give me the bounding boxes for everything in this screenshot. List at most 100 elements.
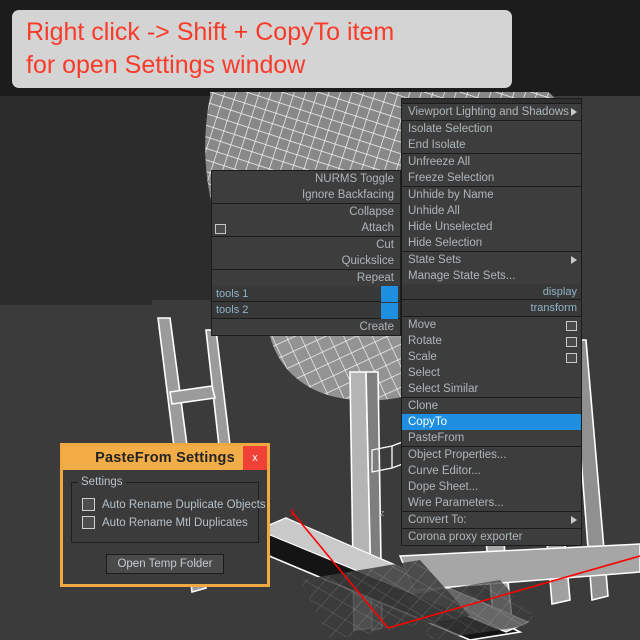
menu-item-label: Select Similar bbox=[408, 383, 479, 395]
menu-item-move[interactable]: Move bbox=[402, 317, 581, 333]
dialog-title: PasteFrom Settings bbox=[95, 450, 235, 466]
menu-group: Clone CopyTo PasteFrom bbox=[402, 398, 581, 447]
menu-item-label: Clone bbox=[408, 400, 439, 412]
menu-item-create-label: Create bbox=[359, 321, 394, 333]
menu-item-label: Manage State Sets... bbox=[408, 270, 516, 282]
menu-item-scale[interactable]: Scale bbox=[402, 349, 581, 365]
quad-center-square-bl[interactable] bbox=[381, 303, 398, 319]
app-screenshot: y z Right click -> Shift + CopyTo item f… bbox=[0, 0, 640, 640]
menu-group: Collapse Attach bbox=[212, 204, 400, 237]
submenu-arrow-icon bbox=[571, 256, 577, 264]
menu-item-collapse[interactable]: Collapse bbox=[212, 204, 400, 220]
menu-item-label: Unfreeze All bbox=[408, 156, 471, 168]
menu-item-unhide-by-name[interactable]: Unhide by Name bbox=[402, 187, 581, 203]
menu-item-unhide-all[interactable]: Unhide All bbox=[402, 203, 581, 219]
menu-item-label: Unhide All bbox=[408, 205, 460, 217]
submenu-arrow-icon bbox=[571, 108, 577, 116]
menu-item-label: NURMS Toggle bbox=[314, 173, 394, 185]
settings-box-icon[interactable] bbox=[215, 224, 226, 234]
menu-left-create-group: Create bbox=[212, 319, 400, 335]
menu-item-create[interactable]: Create bbox=[212, 319, 400, 335]
menu-item-attach[interactable]: Attach bbox=[212, 220, 400, 236]
menu-item-label: PasteFrom bbox=[408, 432, 465, 444]
menu-item-convert-to[interactable]: Convert To: bbox=[402, 512, 581, 528]
menu-item-dope-sheet[interactable]: Dope Sheet... bbox=[402, 479, 581, 495]
menu-item-label: Attach bbox=[361, 222, 394, 234]
settings-box-icon[interactable] bbox=[566, 321, 577, 331]
menu-item-label: Hide Unselected bbox=[408, 221, 493, 233]
menu-item-unfreeze-all[interactable]: Unfreeze All bbox=[402, 154, 581, 170]
menu-header-transform[interactable]: transform bbox=[402, 300, 581, 316]
menu-right-lower-groups: Move Rotate Scale Select Select Similar Clone… bbox=[402, 317, 581, 545]
menu-item-label: Collapse bbox=[349, 206, 394, 218]
svg-text:y: y bbox=[290, 506, 295, 516]
menu-item-nurms-toggle[interactable]: NURMS Toggle bbox=[212, 171, 400, 187]
open-temp-folder-button[interactable]: Open Temp Folder bbox=[106, 554, 224, 574]
menu-header-tools-1[interactable]: tools 1 bbox=[212, 286, 400, 302]
menu-group: NURMS Toggle Ignore Backfacing bbox=[212, 171, 400, 204]
quad-center-square-tl[interactable] bbox=[381, 286, 398, 302]
menu-item-label: Unhide by Name bbox=[408, 189, 494, 201]
menu-group: Unfreeze All Freeze Selection bbox=[402, 154, 581, 187]
quad-menu-left[interactable]: NURMS Toggle Ignore Backfacing Collapse Att… bbox=[211, 170, 401, 336]
checkbox-auto-rename-mtl-duplicates[interactable] bbox=[82, 516, 95, 529]
settings-box-icon[interactable] bbox=[566, 337, 577, 347]
menu-header-display-label: display bbox=[542, 286, 577, 298]
menu-right-section-headers: display transform bbox=[402, 284, 581, 317]
menu-item-cut[interactable]: Cut bbox=[212, 237, 400, 253]
menu-item-state-sets[interactable]: State Sets bbox=[402, 252, 581, 268]
checkbox-row-auto-rename-mtl-duplicates[interactable]: Auto Rename Mtl Duplicates bbox=[82, 516, 252, 529]
close-icon[interactable]: x bbox=[243, 446, 267, 470]
menu-group: Object Properties... Curve Editor... Dope … bbox=[402, 447, 581, 512]
menu-item-wire-parameters[interactable]: Wire Parameters... bbox=[402, 495, 581, 511]
menu-item-freeze-selection[interactable]: Freeze Selection bbox=[402, 170, 581, 186]
menu-item-copyto[interactable]: CopyTo bbox=[402, 414, 581, 430]
menu-item-curve-editor[interactable]: Curve Editor... bbox=[402, 463, 581, 479]
menu-item-repeat[interactable]: Repeat bbox=[212, 270, 400, 286]
settings-box-icon[interactable] bbox=[566, 353, 577, 363]
settings-groupbox: Settings Auto Rename Duplicate Objects A… bbox=[71, 476, 266, 543]
menu-item-viewport-lighting-and-shadows[interactable]: Viewport Lighting and Shadows bbox=[402, 104, 581, 120]
menu-item-label: CopyTo bbox=[408, 416, 447, 428]
menu-item-label: Object Properties... bbox=[408, 449, 507, 461]
menu-item-isolate-selection[interactable]: Isolate Selection bbox=[402, 121, 581, 137]
menu-header-tools-1-label: tools 1 bbox=[216, 288, 249, 300]
menu-item-label: Repeat bbox=[356, 272, 394, 284]
submenu-arrow-icon bbox=[571, 516, 577, 524]
dialog-titlebar[interactable]: PasteFrom Settings x bbox=[63, 446, 267, 470]
menu-item-object-properties[interactable]: Object Properties... bbox=[402, 447, 581, 463]
menu-item-label: Move bbox=[408, 319, 437, 331]
banner-line-1: Right click -> Shift + CopyTo item bbox=[26, 18, 395, 46]
menu-item-label: Viewport Lighting and Shadows bbox=[408, 106, 569, 118]
menu-group: Viewport Lighting and Shadows bbox=[402, 104, 581, 121]
menu-item-select-similar[interactable]: Select Similar bbox=[402, 381, 581, 397]
menu-item-label: Cut bbox=[376, 239, 394, 251]
menu-item-label: Ignore Backfacing bbox=[301, 189, 394, 201]
menu-item-label: Dope Sheet... bbox=[408, 481, 479, 493]
menu-group: Repeat bbox=[212, 270, 400, 286]
checkbox-row-auto-rename-duplicate-objects[interactable]: Auto Rename Duplicate Objects bbox=[82, 498, 266, 511]
menu-item-label: Isolate Selection bbox=[408, 123, 493, 135]
menu-header-display[interactable]: display bbox=[402, 284, 581, 300]
menu-item-select[interactable]: Select bbox=[402, 365, 581, 381]
menu-item-ignore-backfacing[interactable]: Ignore Backfacing bbox=[212, 187, 400, 203]
menu-item-end-isolate[interactable]: End Isolate bbox=[402, 137, 581, 153]
pastefrom-settings-dialog[interactable]: PasteFrom Settings x Settings Auto Renam… bbox=[60, 443, 270, 587]
quad-menu-right[interactable]: Viewport Lighting and Shadows Isolate Sel… bbox=[401, 103, 582, 546]
banner-line-2: for open Settings window bbox=[26, 51, 306, 79]
menu-item-hide-unselected[interactable]: Hide Unselected bbox=[402, 219, 581, 235]
menu-item-manage-state-sets[interactable]: Manage State Sets... bbox=[402, 268, 581, 284]
menu-item-corona-proxy-exporter[interactable]: Corona proxy exporter bbox=[402, 529, 581, 545]
menu-item-clone[interactable]: Clone bbox=[402, 398, 581, 414]
menu-left-groups: NURMS Toggle Ignore Backfacing Collapse Att… bbox=[212, 171, 400, 286]
menu-left-tools-headers: tools 1 tools 2 bbox=[212, 286, 400, 319]
menu-item-hide-selection[interactable]: Hide Selection bbox=[402, 235, 581, 251]
dialog-body: Settings Auto Rename Duplicate Objects A… bbox=[63, 470, 267, 584]
menu-item-label: Scale bbox=[408, 351, 437, 363]
menu-item-pastefrom[interactable]: PasteFrom bbox=[402, 430, 581, 446]
menu-item-quickslice[interactable]: Quickslice bbox=[212, 253, 400, 269]
menu-header-tools-2[interactable]: tools 2 bbox=[212, 302, 400, 318]
menu-item-rotate[interactable]: Rotate bbox=[402, 333, 581, 349]
menu-item-label: Rotate bbox=[408, 335, 442, 347]
checkbox-auto-rename-duplicate-objects[interactable] bbox=[82, 498, 95, 511]
